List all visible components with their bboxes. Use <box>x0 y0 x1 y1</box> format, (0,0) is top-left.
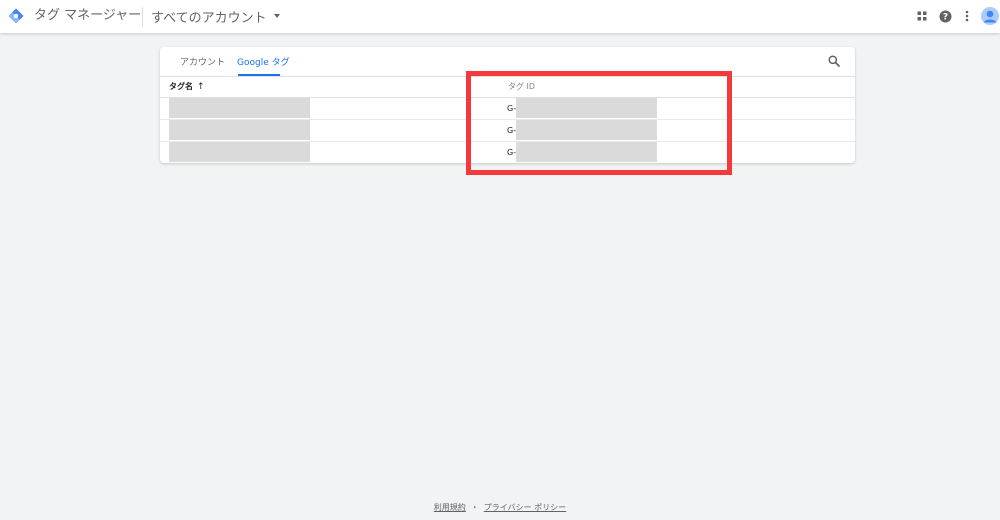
redacted-tag-name <box>169 98 310 118</box>
column-header-label: タグ名 <box>169 82 193 91</box>
title-divider <box>142 7 143 26</box>
redacted-tag-id <box>516 142 657 162</box>
redacted-tag-name <box>169 142 310 162</box>
tab-account[interactable]: アカウント <box>180 58 225 69</box>
account-selector[interactable]: すべてのアカウント <box>151 7 280 26</box>
footer-separator: ・ <box>470 502 479 512</box>
column-header-tag-name[interactable]: タグ名 ↑ <box>169 82 205 92</box>
account-avatar-icon[interactable] <box>981 7 999 25</box>
help-icon[interactable]: ? <box>938 9 952 23</box>
column-header-tag-id[interactable]: タグ ID <box>508 82 535 92</box>
tag-id-prefix: G- <box>507 148 517 157</box>
redacted-tag-id <box>516 98 657 118</box>
tags-card: アカウント Google タグ タグ名 ↑ タグ ID G- G- G- <box>160 47 855 163</box>
redacted-tag-name <box>169 120 310 140</box>
tag-id-prefix: G- <box>507 126 517 135</box>
table-row[interactable]: G- <box>160 98 855 120</box>
arrow-up-icon: ↑ <box>197 82 205 92</box>
chevron-down-icon <box>273 14 280 18</box>
privacy-policy-link[interactable]: プライバシー ポリシー <box>484 502 566 513</box>
active-tab-indicator <box>238 74 280 76</box>
tab-google-tag[interactable]: Google タグ <box>237 58 290 69</box>
terms-link[interactable]: 利用規約 <box>434 502 466 513</box>
app-title[interactable]: タグ マネージャー <box>34 8 141 24</box>
tab-bar: アカウント Google タグ <box>160 47 855 77</box>
account-selector-label: すべてのアカウント <box>151 10 267 26</box>
apps-grid-icon[interactable] <box>915 9 929 23</box>
table-row[interactable]: G- <box>160 120 855 142</box>
tag-manager-logo-icon[interactable] <box>8 8 24 24</box>
top-app-bar: タグ マネージャー すべてのアカウント ? <box>0 0 1000 33</box>
svg-text:?: ? <box>942 12 947 22</box>
redacted-tag-id <box>516 120 657 140</box>
more-vert-icon[interactable] <box>960 9 974 23</box>
tag-id-prefix: G- <box>507 104 517 113</box>
table-header: タグ名 ↑ タグ ID <box>160 77 855 98</box>
footer: 利用規約 ・ プライバシー ポリシー <box>0 501 1000 513</box>
table-row[interactable]: G- <box>160 142 855 164</box>
search-icon[interactable] <box>828 55 840 67</box>
